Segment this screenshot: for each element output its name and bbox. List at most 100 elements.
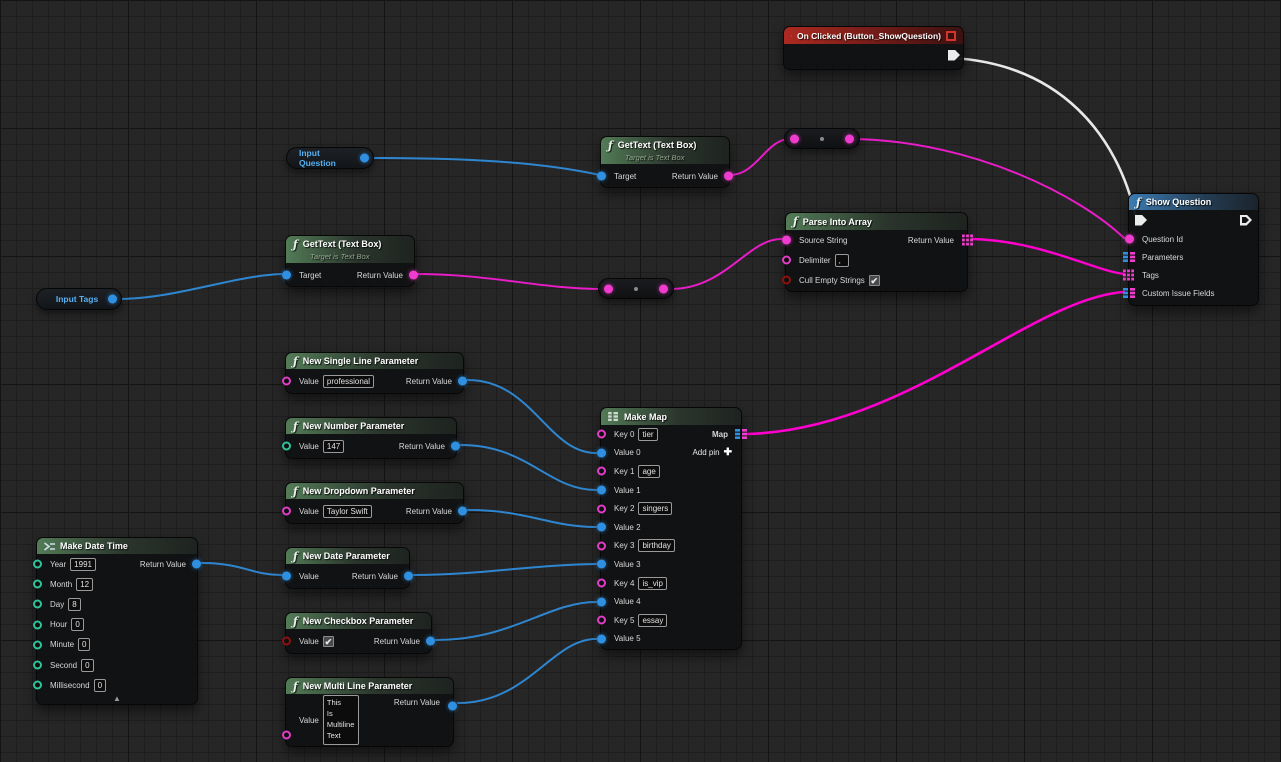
year-pin[interactable] — [33, 560, 42, 569]
key5-input[interactable]: essay — [638, 614, 667, 627]
return-value-array-pin[interactable] — [962, 235, 973, 246]
return-value-pin[interactable] — [458, 507, 467, 516]
value-input[interactable]: Taylor Swift — [323, 505, 372, 518]
return-value-pin[interactable] — [426, 637, 435, 646]
key0-input[interactable]: tier — [638, 428, 657, 441]
parse-header[interactable]: ƒ Parse Into Array — [786, 213, 967, 230]
value2-pin[interactable] — [597, 523, 606, 532]
millisecond-pin[interactable] — [33, 681, 42, 690]
node-new-checkbox-parameter[interactable]: ƒ New Checkbox Parameter Value ✔ Return … — [285, 612, 432, 654]
return-value-pin[interactable] — [409, 271, 418, 280]
value-pin[interactable] — [282, 637, 291, 646]
node-header[interactable]: ƒ New Single Line Parameter — [286, 353, 463, 369]
variable-input-tags[interactable]: Input Tags — [36, 288, 122, 310]
node-header[interactable]: ƒ New Checkbox Parameter — [286, 613, 431, 629]
year-input[interactable]: 1991 — [70, 558, 96, 571]
node-header[interactable]: ƒ New Number Parameter — [286, 418, 456, 434]
key1-input[interactable]: age — [638, 465, 659, 478]
exec-in-pin[interactable] — [1135, 215, 1147, 226]
key3-input[interactable]: birthday — [638, 539, 674, 552]
node-header[interactable]: ƒ New Date Parameter — [286, 548, 409, 564]
value-pin[interactable] — [282, 377, 291, 386]
key4-input[interactable]: is_vip — [638, 577, 666, 590]
reroute-node-question[interactable] — [784, 128, 860, 149]
target-pin[interactable] — [597, 172, 606, 181]
month-pin[interactable] — [33, 580, 42, 589]
reroute-out-pin[interactable] — [845, 134, 854, 143]
value-pin[interactable] — [282, 507, 291, 516]
node-new-date-parameter[interactable]: ƒ New Date Parameter Value Return Value — [285, 547, 410, 589]
key5-pin[interactable] — [597, 616, 606, 625]
variable-input-question[interactable]: Input Question — [286, 147, 374, 169]
reroute-node-tags[interactable] — [598, 278, 674, 299]
gettext-header[interactable]: ƒ GetText (Text Box) Target is Text Box — [286, 236, 414, 263]
value-pin[interactable] — [282, 731, 291, 740]
second-pin[interactable] — [33, 661, 42, 670]
second-input[interactable]: 0 — [81, 659, 93, 672]
node-header[interactable]: ƒ New Multi Line Parameter — [286, 678, 453, 694]
node-new-dropdown-parameter[interactable]: ƒ New Dropdown Parameter Value Taylor Sw… — [285, 482, 464, 524]
add-pin-button[interactable]: Add pin ✚ — [692, 448, 732, 458]
day-pin[interactable] — [33, 600, 42, 609]
return-value-pin[interactable] — [458, 377, 467, 386]
node-make-date-time[interactable]: Make Date Time Year 1991 Return Value Mo… — [36, 537, 198, 705]
node-make-map[interactable]: Make Map Key 0 tier Map Value 0 Add pin … — [600, 407, 742, 650]
millisecond-input[interactable]: 0 — [94, 679, 106, 692]
exec-out-pin[interactable] — [948, 50, 960, 61]
exec-out-pin[interactable] — [1240, 215, 1252, 226]
map-out-pin[interactable] — [735, 429, 747, 439]
key2-pin[interactable] — [597, 504, 606, 513]
value-checkbox[interactable]: ✔ — [323, 636, 334, 647]
gettext-header[interactable]: ƒ GetText (Text Box) Target is Text Box — [601, 137, 729, 164]
delegate-pin[interactable] — [946, 31, 956, 41]
return-value-pin[interactable] — [451, 442, 460, 451]
parameters-map-pin[interactable] — [1123, 252, 1135, 262]
node-new-single-line-parameter[interactable]: ƒ New Single Line Parameter Value profes… — [285, 352, 464, 394]
custom-issue-fields-map-pin[interactable] — [1123, 288, 1135, 298]
on-clicked-header[interactable]: On Clicked (Button_ShowQuestion) — [784, 27, 963, 44]
value1-pin[interactable] — [597, 486, 606, 495]
node-new-multi-line-parameter[interactable]: ƒ New Multi Line Parameter Value This Is… — [285, 677, 454, 747]
make-date-time-header[interactable]: Make Date Time — [37, 538, 197, 554]
delimiter-input[interactable]: , — [835, 254, 849, 267]
return-value-pin[interactable] — [448, 702, 457, 711]
return-value-pin[interactable] — [404, 572, 413, 581]
tags-array-pin[interactable] — [1123, 270, 1134, 281]
value-pin[interactable] — [282, 572, 291, 581]
value-multiline-input[interactable]: This Is Multiline Text — [323, 695, 359, 745]
key3-pin[interactable] — [597, 541, 606, 550]
value-input[interactable]: professional — [323, 375, 374, 388]
reroute-in-pin[interactable] — [790, 134, 799, 143]
reroute-out-pin[interactable] — [659, 284, 668, 293]
hour-input[interactable]: 0 — [71, 618, 83, 631]
node-header[interactable]: ƒ New Dropdown Parameter — [286, 483, 463, 499]
value-input[interactable]: 147 — [323, 440, 344, 453]
node-gettext-question[interactable]: ƒ GetText (Text Box) Target is Text Box … — [600, 136, 730, 188]
target-pin[interactable] — [282, 271, 291, 280]
show-question-header[interactable]: ƒ Show Question — [1129, 194, 1258, 210]
value-pin[interactable] — [282, 442, 291, 451]
variable-out-pin[interactable] — [108, 295, 117, 304]
key1-pin[interactable] — [597, 467, 606, 476]
value4-pin[interactable] — [597, 597, 606, 606]
day-input[interactable]: 8 — [68, 598, 80, 611]
month-input[interactable]: 12 — [76, 578, 93, 591]
value0-pin[interactable] — [597, 448, 606, 457]
return-value-pin[interactable] — [724, 172, 733, 181]
value3-pin[interactable] — [597, 560, 606, 569]
node-show-question[interactable]: ƒ Show Question Question Id Parameters T… — [1128, 193, 1259, 306]
node-gettext-tags[interactable]: ƒ GetText (Text Box) Target is Text Box … — [285, 235, 415, 287]
return-value-pin[interactable] — [192, 560, 201, 569]
question-id-pin[interactable] — [1125, 235, 1134, 244]
minute-input[interactable]: 0 — [78, 638, 90, 651]
key4-pin[interactable] — [597, 579, 606, 588]
variable-out-pin[interactable] — [360, 154, 369, 163]
value5-pin[interactable] — [597, 634, 606, 643]
cull-empty-strings-pin[interactable] — [782, 276, 791, 285]
cull-empty-strings-checkbox[interactable]: ✔ — [869, 275, 880, 286]
node-new-number-parameter[interactable]: ƒ New Number Parameter Value 147 Return … — [285, 417, 457, 459]
delimiter-pin[interactable] — [782, 256, 791, 265]
source-string-pin[interactable] — [782, 236, 791, 245]
minute-pin[interactable] — [33, 640, 42, 649]
make-map-header[interactable]: Make Map — [601, 408, 741, 425]
